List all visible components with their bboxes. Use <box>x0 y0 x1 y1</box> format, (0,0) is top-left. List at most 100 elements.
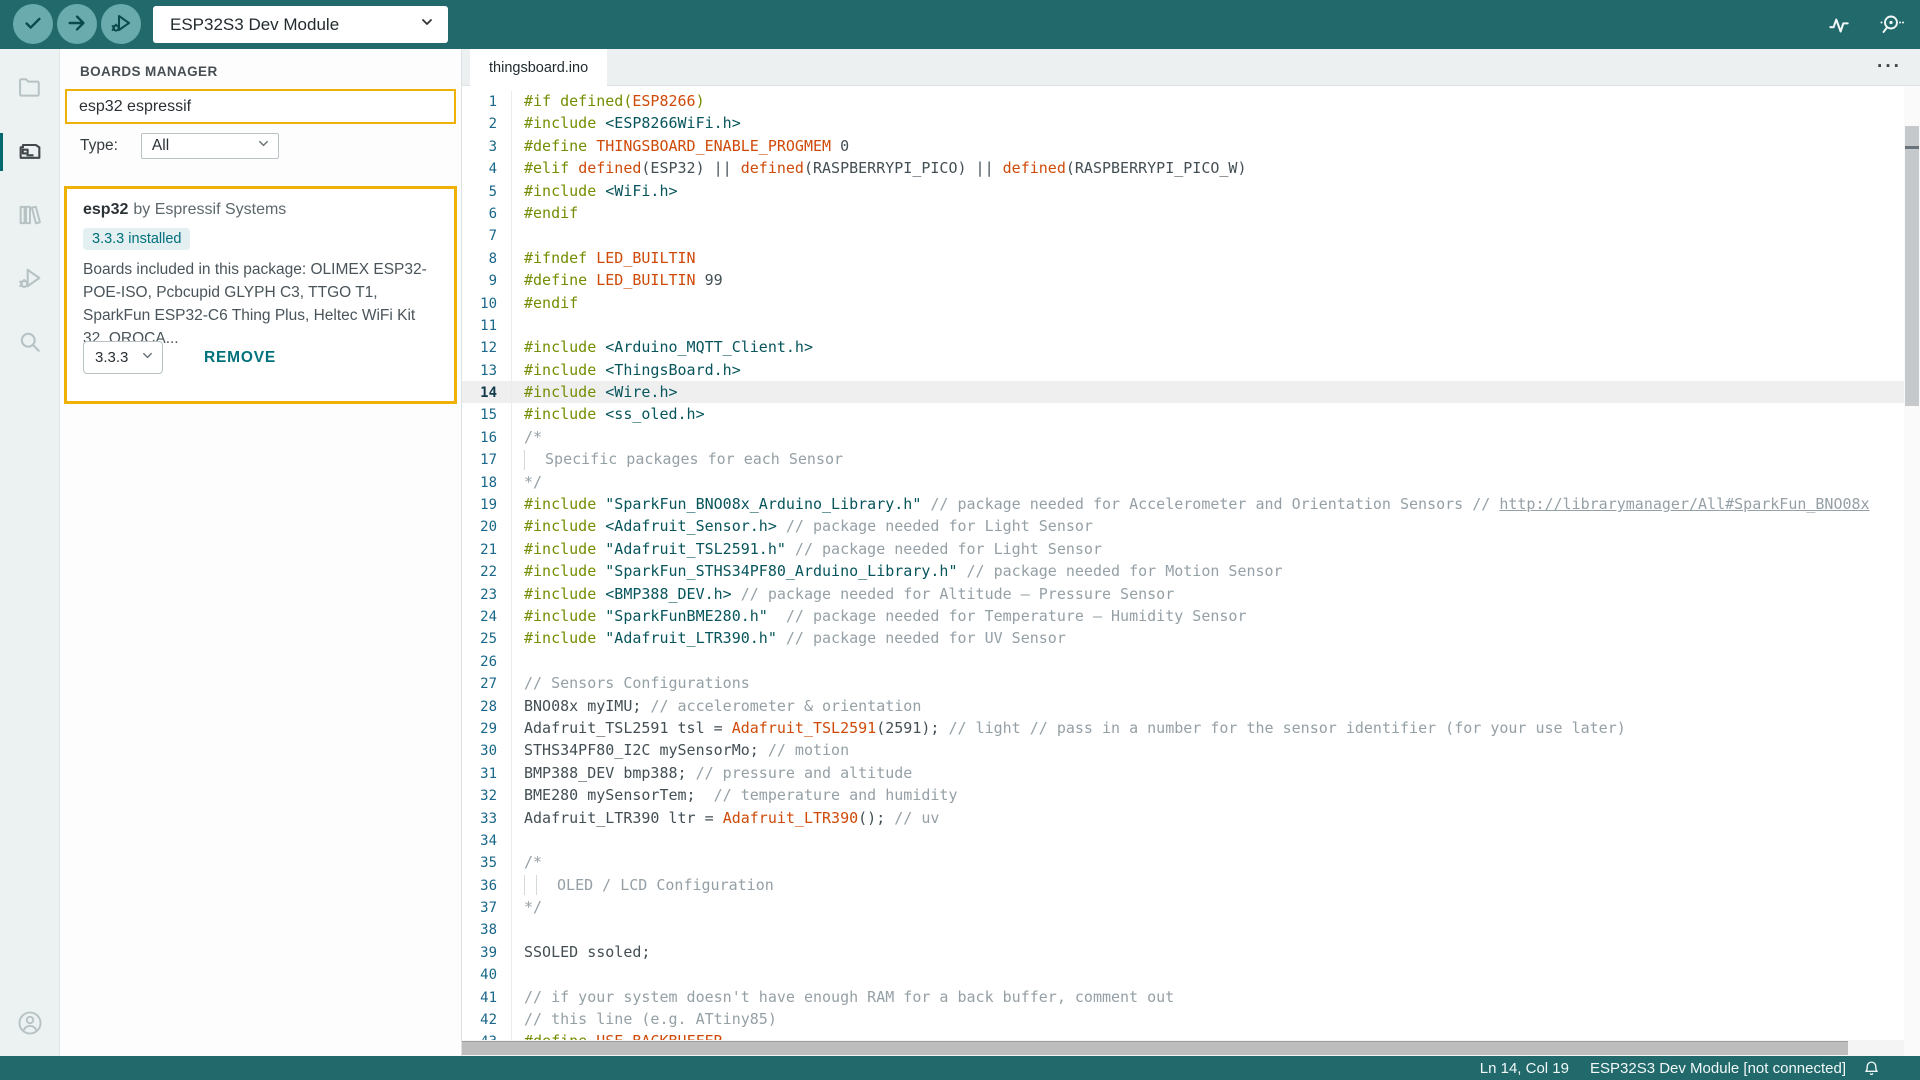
code-token: ESP8266 <box>632 92 696 110</box>
code-token: #include <box>524 181 606 200</box>
code-line: 6 #endif <box>462 202 1920 226</box>
toolbar-right <box>1824 0 1906 49</box>
code-token: // package needed for Light Sensor <box>776 517 1093 536</box>
code-token: "Adafruit_TSL2591.h" <box>605 539 786 558</box>
code-token: #include <box>524 338 606 357</box>
code-token: #include <box>524 405 606 424</box>
code-token: BNO08x myIMU; <box>524 696 651 715</box>
line-number: 18 <box>462 471 512 495</box>
boards-search-box <box>65 89 456 124</box>
code-token: #include <box>524 584 606 603</box>
code-line: 37 */ <box>462 896 1920 920</box>
package-title: esp32 by Espressif Systems <box>83 201 438 219</box>
chevron-down-icon <box>141 349 154 366</box>
code-token: defined <box>578 159 642 178</box>
search-icon <box>20 332 40 352</box>
code-line: 9 #define LED_BUILTIN 99 <box>462 269 1920 293</box>
line-number: 34 <box>462 829 512 853</box>
sidebar-item-boards-manager[interactable] <box>15 137 45 167</box>
code-line: 26 <box>462 650 1920 674</box>
code-token: // uv <box>894 808 940 827</box>
sidebar-item-library-manager[interactable] <box>15 200 45 230</box>
upload-button[interactable] <box>57 4 97 44</box>
line-number: 43 <box>462 1031 512 1040</box>
line-number: 4 <box>462 158 512 181</box>
package-name: esp32 <box>83 201 129 218</box>
code-line: 14 #include <Wire.h> <box>462 381 1920 405</box>
code-line: 25 #include "Adafruit_LTR390.h" // packag… <box>462 627 1920 651</box>
code-line: 15 #include <ss_oled.h> <box>462 403 1920 427</box>
type-select[interactable]: All <box>140 132 279 159</box>
code-token: // package needed for Motion Sensor <box>957 562 1283 581</box>
tab-thingsboard-ino[interactable]: thingsboard.ino <box>470 49 608 86</box>
code-token: // temperature and humidity <box>713 786 958 805</box>
code-token: OLED / LCD Configuration <box>548 875 774 894</box>
code-token: ) <box>695 92 705 110</box>
line-number: 13 <box>462 359 512 383</box>
code-line: 1 #if defined(ESP8266) <box>462 90 1920 114</box>
code-token: // package needed for Temperature – Humi… <box>767 606 1247 625</box>
code-token: STHS34PF80_I2C mySensorMo; <box>524 741 768 760</box>
code-token: BME280 mySensorTem; <box>524 786 714 805</box>
board-connection-status[interactable]: ESP32S3 Dev Module [not connected] <box>1590 1060 1846 1077</box>
account-button[interactable] <box>16 1009 44 1037</box>
bell-icon <box>1865 1060 1878 1075</box>
code-token: defined <box>740 159 804 178</box>
line-number: 30 <box>462 740 512 763</box>
code-token: #include <box>524 495 606 514</box>
code-token: #include <box>524 562 606 581</box>
horizontal-scrollbar-thumb[interactable] <box>462 1041 1848 1055</box>
horizontal-scrollbar[interactable] <box>462 1040 1904 1056</box>
code-line: 28 BNO08x myIMU; // accelerometer & orien… <box>462 695 1920 718</box>
code-token: // pressure and altitude <box>695 763 913 782</box>
code-line: 21 #include "Adafruit_TSL2591.h" // packa… <box>462 538 1920 562</box>
line-number: 19 <box>462 494 512 517</box>
status-bar: Ln 14, Col 19 ESP32S3 Dev Module [not co… <box>0 1056 1920 1080</box>
line-number: 25 <box>462 628 512 651</box>
line-number: 15 <box>462 404 512 427</box>
line-number: 7 <box>462 225 512 248</box>
code-link[interactable]: http://librarymanager/All#SparkFun_BNO08… <box>1499 495 1869 513</box>
code-token: // accelerometer & orientation <box>650 696 922 715</box>
code-token: (); <box>858 808 895 827</box>
serial-plotter-button[interactable] <box>1824 10 1854 40</box>
arduino-ide-window: ESP32S3 Dev Module BOARDS MANAGER esp32 … <box>0 0 1920 1080</box>
remove-button[interactable]: REMOVE <box>204 349 276 367</box>
code-line: 12 #include <Arduino_MQTT_Client.h> <box>462 336 1920 360</box>
chevron-down-icon <box>257 137 270 155</box>
code-token: */ <box>524 898 543 917</box>
code-line: 34 <box>462 829 1920 853</box>
board-selector-dropdown[interactable]: ESP32S3 Dev Module <box>153 6 448 43</box>
sidebar-item-search[interactable] <box>15 327 45 357</box>
serial-monitor-button[interactable] <box>1876 10 1906 40</box>
code-token <box>524 875 536 896</box>
overflow-menu-icon[interactable]: ··· <box>1877 49 1902 85</box>
code-line: 38 <box>462 918 1920 942</box>
verify-button[interactable] <box>13 4 53 44</box>
chevron-down-icon <box>420 15 434 34</box>
code-line: 35 /* <box>462 851 1920 875</box>
vertical-scrollbar[interactable] <box>1904 86 1920 1056</box>
version-select[interactable]: 3.3.3 <box>83 341 163 374</box>
notifications-button[interactable] <box>1863 1060 1880 1077</box>
code-line: 2 #include <ESP8266WiFi.h> <box>462 112 1920 136</box>
boards-search-input[interactable] <box>67 91 454 122</box>
code-line: 7 <box>462 224 1920 248</box>
bug-play-icon <box>19 268 41 288</box>
code-editor[interactable]: 1 #if defined(ESP8266) 2 #include <ESP8266W… <box>462 86 1920 1040</box>
line-number: 10 <box>462 292 512 315</box>
code-token: defined <box>1002 159 1066 178</box>
code-token: // motion <box>767 741 850 760</box>
code-token: "Adafruit_LTR390.h" <box>605 629 777 648</box>
code-line: 23 #include <BMP388_DEV.h> // package nee… <box>462 583 1920 606</box>
code-token: <WiFi.h> <box>605 181 678 200</box>
vertical-scrollbar-thumb[interactable] <box>1905 126 1919 406</box>
cursor-position[interactable]: Ln 14, Col 19 <box>1480 1060 1569 1077</box>
sidebar-item-debug[interactable] <box>15 263 45 293</box>
folder-icon <box>19 78 40 97</box>
start-debugging-button[interactable] <box>101 4 141 44</box>
code-token: #define <box>524 136 597 155</box>
line-number: 1 <box>462 91 512 114</box>
sidebar-item-sketchbook[interactable] <box>15 73 45 103</box>
code-line: 33 Adafruit_LTR390 ltr = Adafruit_LTR390(… <box>462 807 1920 830</box>
